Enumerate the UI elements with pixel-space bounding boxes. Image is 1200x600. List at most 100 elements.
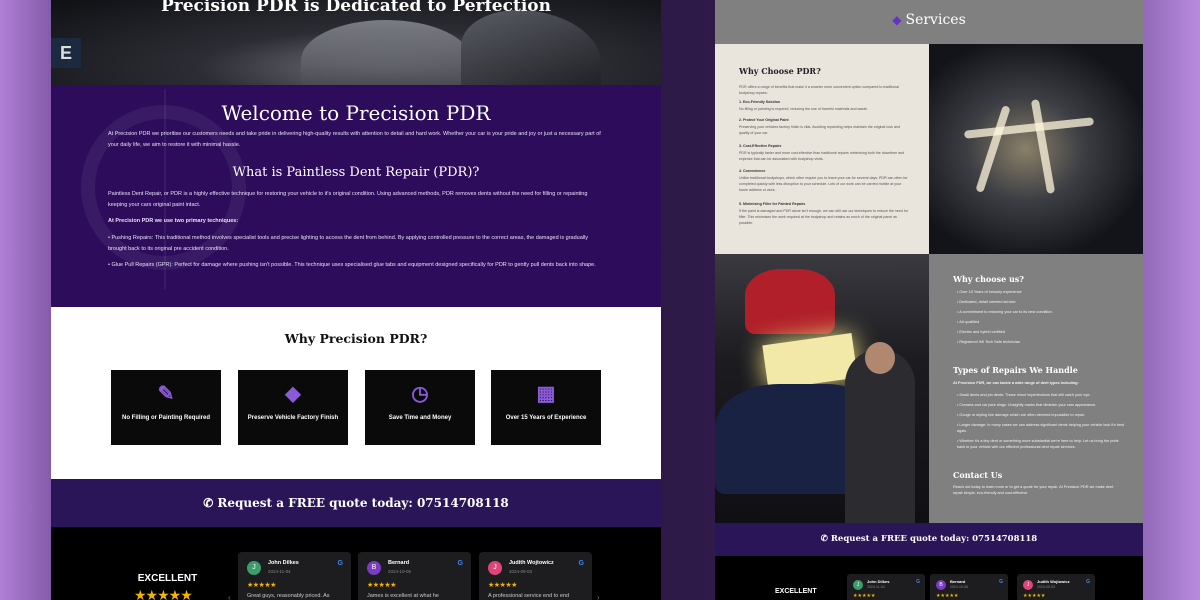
choose-heading: 2. Protect Your Original Paint	[739, 118, 789, 122]
garage-technician-photo	[715, 254, 929, 523]
google-icon: G	[916, 579, 920, 585]
welcome-intro: At Precision PDR we prioritise our custo…	[108, 131, 601, 148]
review-date: 2024-10-06	[388, 569, 412, 574]
quote-banner[interactable]: ✆ Request a FREE quote today: 0751470811…	[715, 523, 1143, 556]
hero-car-plate: E	[51, 38, 81, 68]
review-text: Great guys, reasonably priced. As	[247, 593, 330, 599]
review-stars: ★★★★★	[488, 582, 517, 589]
quote-text: Request a FREE quote today: 07514708118	[830, 534, 1038, 544]
review-card[interactable]: J John Dilkes 2024-11-04 G ★★★★★ Great g…	[238, 552, 351, 600]
review-card[interactable]: B Bernard 2024-10-06 G ★★★★★	[930, 574, 1008, 600]
hero-title: Precision PDR is Dedicated to Perfection	[161, 0, 551, 16]
review-stars: ★★★★★	[853, 593, 876, 599]
feature-card-factory-finish: ◆ Preserve Vehicle Factory Finish	[238, 370, 348, 445]
google-icon: G	[1086, 579, 1090, 585]
review-stars: ★★★★★	[1023, 593, 1046, 599]
types-title: Types of Repairs We Handle	[953, 365, 1078, 375]
reviewer-name: John Dilkes	[268, 560, 299, 566]
phone-icon: ✆	[203, 496, 218, 510]
choose-line: PDR is typically faster and more cost-ef…	[739, 151, 905, 161]
avatar: J	[488, 561, 502, 575]
avatar: J	[1023, 580, 1033, 590]
review-stars: ★★★★★	[367, 582, 396, 589]
hero-banner: E Precision PDR is Dedicated to Perfecti…	[51, 0, 661, 85]
services-title: Services	[905, 12, 966, 28]
review-card[interactable]: B Bernard 2024-10-06 G ★★★★★ James is ex…	[358, 552, 471, 600]
rating-stars: ★★★★★	[134, 587, 193, 600]
list-item: • Small dents and pin dents: Those minor…	[957, 393, 1091, 397]
feature-label: Preserve Vehicle Factory Finish	[247, 415, 339, 421]
hero-car-image-2	[461, 10, 601, 85]
types-intro: At Precision PDR, we can tackle a wide r…	[953, 381, 1079, 385]
quote-text: Request a FREE quote today: 07514708118	[217, 496, 509, 510]
calendar-icon: ▦	[536, 383, 556, 405]
reviewer-name: Bernard	[950, 579, 966, 584]
why-choose-pdr-panel: Why Choose PDR? PDR offers a range of be…	[715, 44, 929, 254]
reviews-section: EXCELLENT ★★★★★ ‹ J John Dilkes 2024-11-…	[51, 527, 661, 600]
list-item: • A commitment to restoring your car to …	[957, 310, 1053, 314]
feature-label: No Filling or Painting Required	[122, 415, 210, 421]
technique-glue-pull: • Glue Pull Repairs (GPR): Perfect for d…	[108, 262, 596, 268]
welcome-section: Welcome to Precision PDR At Precision PD…	[51, 85, 661, 307]
why-choose-us-panel: Why choose us? • Over 15 Years of indust…	[929, 254, 1143, 523]
reviewer-name: John Dilkes	[867, 579, 890, 584]
list-item: • Dedicated, detail oriented service.	[957, 300, 1017, 304]
list-item: • Gouge or styling line damage which are…	[957, 413, 1086, 417]
techniques-label: At Precision PDR we use two primary tech…	[108, 218, 239, 224]
choose-heading: 4. Convenience	[739, 169, 766, 173]
diamond-icon: ◆	[892, 13, 902, 27]
choose-line: If the paint is damaged and PDR alone is…	[739, 209, 909, 225]
choose-heading: 5. Minimising Filler for Painted Repairs	[739, 202, 806, 206]
rating-label: EXCELLENT	[775, 588, 817, 595]
choose-line: PDR offers a range of benefits that make…	[739, 85, 899, 95]
feature-card-experience: ▦ Over 15 Years of Experience	[491, 370, 601, 445]
feature-label: Save Time and Money	[388, 415, 452, 421]
choose-line: Preserving your vehicles factory finish …	[739, 125, 900, 135]
feature-card-no-filling: ✎ No Filling or Painting Required	[111, 370, 221, 445]
review-text: James is excellent at what he	[367, 593, 439, 599]
reviewer-name: Judith Wojtowicz	[1037, 579, 1070, 584]
avatar: B	[367, 561, 381, 575]
review-date: 2024-09-03	[509, 569, 533, 574]
avatar: J	[247, 561, 261, 575]
contact-text: Reach out today to learn more or to get …	[953, 485, 1114, 495]
google-icon: G	[999, 579, 1003, 585]
review-card[interactable]: J Judith Wojtowicz 2024-09-03 G ★★★★★	[1017, 574, 1095, 600]
review-date: 2024-10-06	[950, 585, 968, 589]
right-page-preview: ◆ Services Why Choose PDR? PDR offers a r…	[715, 0, 1143, 600]
list-item: • Electric and hybrid certified	[957, 330, 1005, 334]
reviews-next-arrow-icon[interactable]: ›	[597, 593, 600, 600]
pdr-description: Paintless Dent Repair, or PDR is a highl…	[108, 191, 588, 208]
list-item: • Creases and car park dings: Unsightly …	[957, 403, 1097, 407]
quote-banner[interactable]: ✆ Request a FREE quote today: 0751470811…	[51, 479, 661, 527]
review-stars: ★★★★★	[247, 582, 276, 589]
diamond-icon: ◆	[285, 383, 301, 405]
technique-pushing: • Pushing Repairs: This traditional meth…	[108, 235, 588, 252]
why-choose-title: Why choose us?	[953, 274, 1024, 284]
list-item: • Larger damage: In many cases we can ad…	[957, 423, 1125, 433]
choose-line: No filling or painting is required, redu…	[739, 107, 868, 111]
review-card[interactable]: J Judith Wojtowicz 2024-09-03 G ★★★★★ A …	[479, 552, 592, 600]
choose-title: Why Choose PDR?	[739, 66, 821, 76]
reviews-prev-arrow-icon[interactable]: ‹	[228, 593, 231, 600]
welcome-title: Welcome to Precision PDR	[221, 101, 491, 125]
review-date: 2024-11-04	[268, 569, 291, 574]
clock-money-icon: ◷	[411, 383, 429, 405]
list-item: • Over 15 Years of industry experience	[957, 290, 1022, 294]
list-item: • Whether it's a tiny dent or something …	[957, 439, 1119, 449]
list-item: • AA qualified	[957, 320, 980, 324]
google-icon: G	[578, 560, 584, 567]
left-page-preview: E Precision PDR is Dedicated to Perfecti…	[51, 0, 661, 600]
dent-reflection-photo	[929, 44, 1143, 254]
review-card[interactable]: J John Dilkes 2024-11-04 G ★★★★★	[847, 574, 925, 600]
why-precision-section: Why Precision PDR? ✎ No Filling or Paint…	[51, 307, 661, 479]
review-date: 2024-11-04	[867, 585, 885, 589]
reviewer-name: Bernard	[388, 560, 410, 566]
review-text: A professional service end to end	[488, 593, 570, 599]
list-item: • Registered IMI Tech Safe technician	[957, 340, 1021, 344]
contact-title: Contact Us	[953, 470, 1003, 480]
why-title: Why Precision PDR?	[284, 331, 428, 346]
choose-heading: 1. Eco-Friendly Solution	[739, 100, 781, 104]
review-date: 2024-09-03	[1037, 585, 1055, 589]
services-header: ◆ Services	[715, 0, 1143, 44]
